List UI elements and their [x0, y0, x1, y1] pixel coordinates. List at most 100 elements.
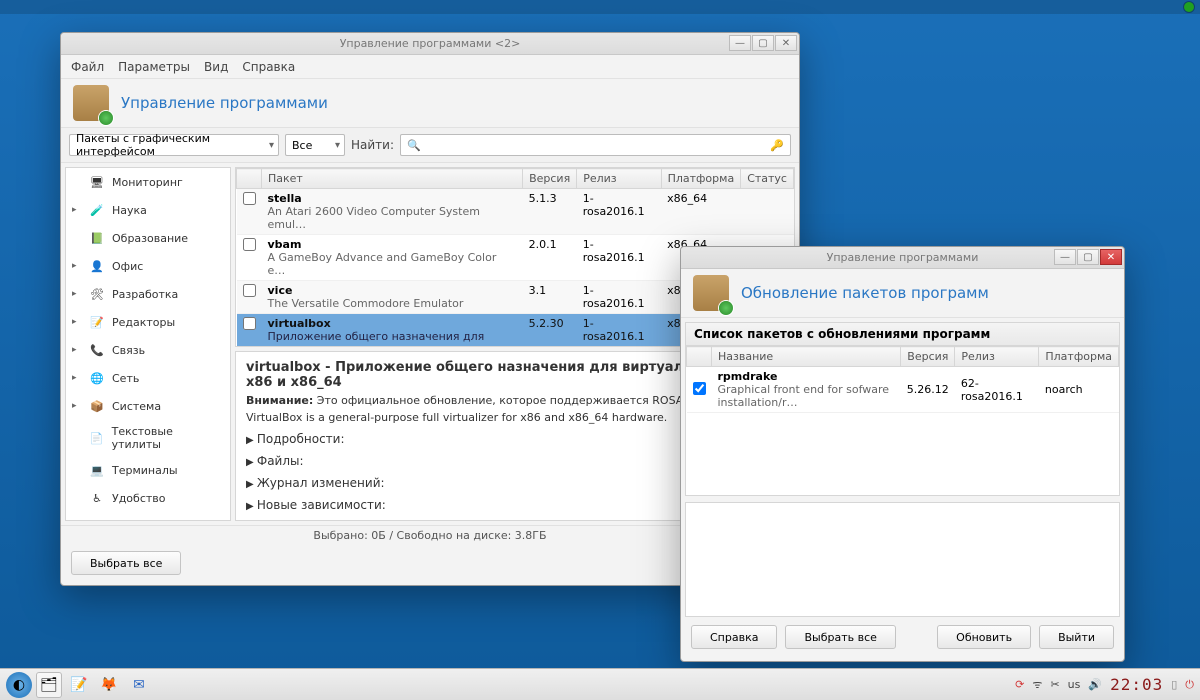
category-icon: 📞: [88, 341, 106, 359]
sidebar-item[interactable]: ▸🌐Сеть: [66, 364, 230, 392]
column-header[interactable]: Название: [712, 347, 901, 367]
column-header[interactable]: Релиз: [955, 347, 1039, 367]
sidebar-item[interactable]: 📗Образование: [66, 224, 230, 252]
search-input[interactable]: [425, 139, 771, 152]
main-titlebar[interactable]: Управление программами <2> — ▢ ✕: [61, 33, 799, 55]
sidebar-item[interactable]: ▸📦Система: [66, 392, 230, 420]
select-all-button[interactable]: Выбрать все: [71, 551, 181, 575]
sidebar-item[interactable]: 📁Файловые утилиты: [66, 512, 230, 521]
package-status: [741, 189, 794, 235]
task-firefox-icon[interactable]: 🦊: [96, 672, 122, 698]
sidebar-item[interactable]: ▸📞Связь: [66, 336, 230, 364]
package-release: 1-rosa2016.1: [577, 189, 661, 235]
upd-update-button[interactable]: Обновить: [937, 625, 1031, 649]
search-clear-icon[interactable]: 🔑: [770, 139, 784, 152]
update-checkbox[interactable]: [693, 382, 706, 395]
sidebar-item[interactable]: ▸👤Офис: [66, 252, 230, 280]
category-icon: 💻: [88, 461, 106, 479]
sidebar-item-label: Связь: [112, 344, 145, 357]
main-header-title: Управление программами: [121, 94, 328, 112]
column-header[interactable]: Платформа: [1039, 347, 1119, 367]
sidebar-item-label: Текстовые утилиты: [112, 425, 224, 451]
sidebar-item[interactable]: 🖥Мониторинг: [66, 168, 230, 196]
app-icon: [73, 85, 109, 121]
package-checkbox[interactable]: [243, 284, 256, 297]
category-icon: 📄: [88, 429, 106, 447]
taskbar[interactable]: ◐ 🗂 📝 🦊 ✉ ⟳ ᯤ ✂ us 🔊 22:03 ▯ ⏻: [0, 668, 1200, 700]
package-name: vbam: [268, 238, 517, 251]
menu-help[interactable]: Справка: [242, 60, 295, 74]
upd-close-button[interactable]: ✕: [1100, 249, 1122, 265]
update-version: 5.26.12: [901, 367, 955, 413]
sidebar-item[interactable]: ♿ Удобство: [66, 484, 230, 512]
close-button[interactable]: ✕: [775, 35, 797, 51]
category-sidebar[interactable]: 🖥Мониторинг▸🧪Наука📗Образование▸👤Офис▸🛠Ра…: [65, 167, 231, 521]
menu-file[interactable]: Файл: [71, 60, 104, 74]
sidebar-item[interactable]: ▸📝Редакторы: [66, 308, 230, 336]
update-release: 62-rosa2016.1: [955, 367, 1039, 413]
task-file-manager-icon[interactable]: 🗂: [36, 672, 62, 698]
sidebar-item[interactable]: ▸🛠Разработка: [66, 280, 230, 308]
sidebar-item-label: Система: [112, 400, 161, 413]
start-menu-icon[interactable]: ◐: [6, 672, 32, 698]
sidebar-item-label: Разработка: [112, 288, 178, 301]
expand-icon: ▸: [72, 373, 82, 383]
package-desc: An Atari 2600 Video Computer System emul…: [268, 205, 517, 231]
package-name: vice: [268, 284, 517, 297]
tray-update-icon[interactable]: ⟳: [1015, 678, 1024, 691]
task-text-editor-icon[interactable]: 📝: [66, 672, 92, 698]
package-checkbox[interactable]: [243, 238, 256, 251]
package-version: 3.1: [523, 281, 577, 314]
tray-logout-icon[interactable]: ⏻: [1185, 678, 1194, 692]
upd-help-button[interactable]: Справка: [691, 625, 777, 649]
tray-keyboard-indicator[interactable]: us: [1068, 678, 1081, 691]
minimize-button[interactable]: —: [729, 35, 751, 51]
column-header[interactable]: Версия: [523, 169, 577, 189]
update-grid[interactable]: НазваниеВерсияРелизПлатформа rpmdrakeGra…: [685, 346, 1120, 496]
category-icon: 📦: [88, 397, 106, 415]
package-row[interactable]: stellaAn Atari 2600 Video Computer Syste…: [237, 189, 794, 235]
tray-network-icon[interactable]: ᯤ: [1032, 677, 1042, 692]
sidebar-item-label: Удобство: [112, 492, 166, 505]
update-app-icon: [693, 275, 729, 311]
maximize-button[interactable]: ▢: [752, 35, 774, 51]
update-desc: Graphical front end for sofware installa…: [718, 383, 895, 409]
menu-options[interactable]: Параметры: [118, 60, 190, 74]
update-titlebar[interactable]: Управление программами — ▢ ✕: [681, 247, 1124, 269]
expand-icon: ▸: [72, 205, 82, 215]
sidebar-item[interactable]: 📄 Текстовые утилиты: [66, 420, 230, 456]
package-version: 5.1.3: [523, 189, 577, 235]
upd-quit-button[interactable]: Выйти: [1039, 625, 1114, 649]
task-mail-icon[interactable]: ✉: [126, 672, 152, 698]
search-box[interactable]: 🔍 🔑: [400, 134, 791, 156]
clock[interactable]: 22:03: [1110, 675, 1163, 694]
tray-volume-icon[interactable]: 🔊: [1088, 678, 1102, 691]
upd-select-all-button[interactable]: Выбрать все: [785, 625, 895, 649]
package-checkbox[interactable]: [243, 317, 256, 330]
column-header[interactable]: [237, 169, 262, 189]
sidebar-item[interactable]: 💻Терминалы: [66, 456, 230, 484]
package-version: 5.2.30: [523, 314, 577, 348]
column-header[interactable]: Релиз: [577, 169, 661, 189]
menu-view[interactable]: Вид: [204, 60, 228, 74]
column-header[interactable]: [687, 347, 712, 367]
notification-indicator-icon[interactable]: [1184, 2, 1194, 12]
desktop-top-panel: [0, 0, 1200, 14]
upd-minimize-button[interactable]: —: [1054, 249, 1076, 265]
category-icon: ♿: [88, 489, 106, 507]
filter-combo[interactable]: Пакеты с графическим интерфейсом: [69, 134, 279, 156]
category-icon: 📝: [88, 313, 106, 331]
package-checkbox[interactable]: [243, 192, 256, 205]
scope-combo[interactable]: Все: [285, 134, 345, 156]
column-header[interactable]: Статус: [741, 169, 794, 189]
package-desc: The Versatile Commodore Emulator: [268, 297, 517, 310]
column-header[interactable]: Пакет: [262, 169, 523, 189]
column-header[interactable]: Версия: [901, 347, 955, 367]
upd-maximize-button[interactable]: ▢: [1077, 249, 1099, 265]
tray-battery-icon[interactable]: ▯: [1171, 678, 1177, 691]
tray-clipboard-icon[interactable]: ✂: [1050, 678, 1059, 691]
column-header[interactable]: Платформа: [661, 169, 741, 189]
update-row[interactable]: rpmdrakeGraphical front end for sofware …: [687, 367, 1119, 413]
system-tray: ⟳ ᯤ ✂ us 🔊 22:03 ▯ ⏻: [1015, 675, 1194, 694]
sidebar-item[interactable]: ▸🧪Наука: [66, 196, 230, 224]
